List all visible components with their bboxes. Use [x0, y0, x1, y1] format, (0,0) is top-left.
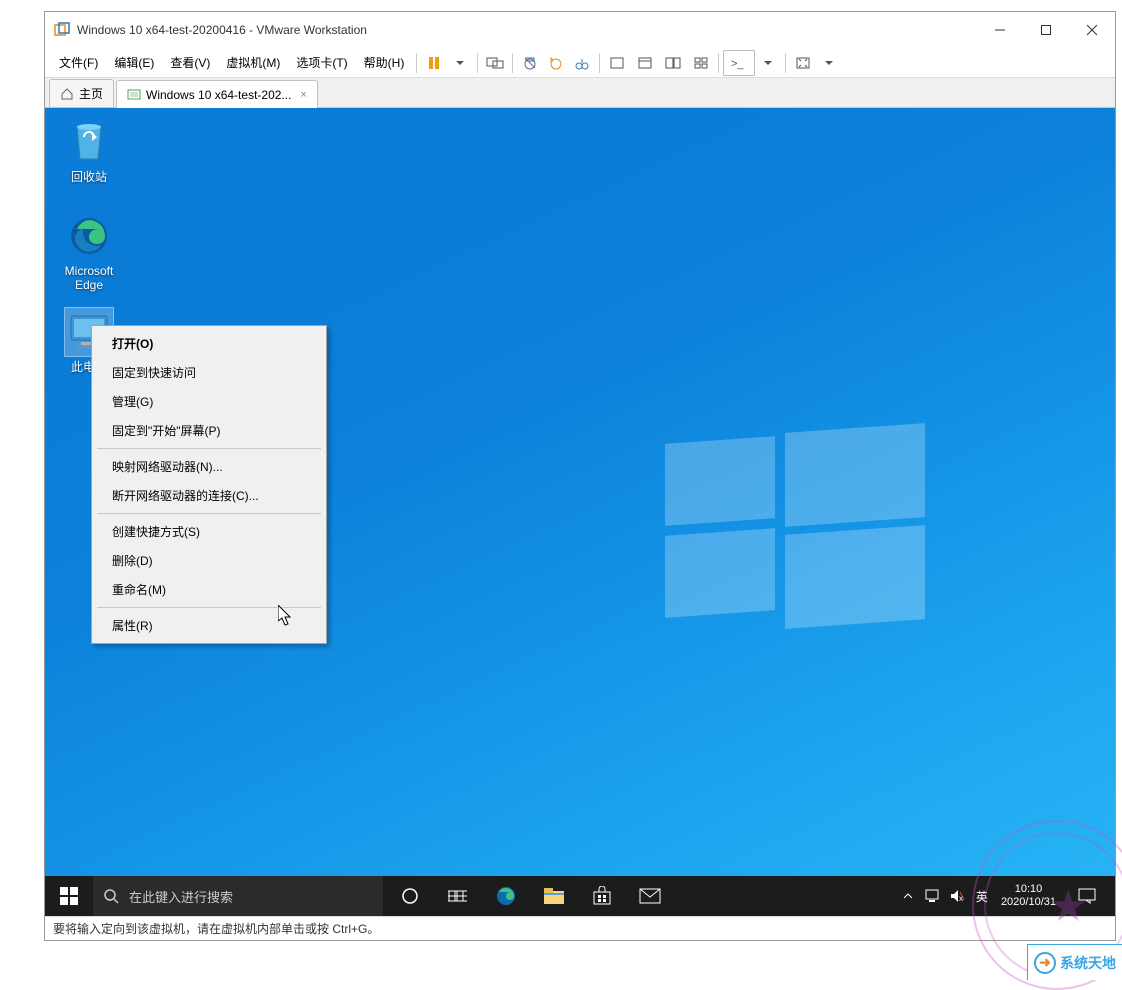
tab-active-vm[interactable]: Windows 10 x64-test-202... ×: [116, 80, 318, 108]
ctx-properties[interactable]: 属性(R): [94, 611, 324, 640]
menu-help[interactable]: 帮助(H): [356, 50, 413, 75]
tab-strip: 主页 Windows 10 x64-test-202... ×: [45, 78, 1115, 108]
menu-edit[interactable]: 编辑(E): [106, 50, 162, 75]
taskbar-search[interactable]: 在此键入进行搜索: [93, 876, 383, 916]
power-dropdown[interactable]: [447, 50, 473, 76]
svg-text:x: x: [959, 894, 963, 903]
edge-icon: [65, 212, 113, 260]
ctx-create-shortcut[interactable]: 创建快捷方式(S): [94, 517, 324, 546]
ctx-manage[interactable]: 管理(G): [94, 387, 324, 416]
console-view-button[interactable]: [660, 50, 686, 76]
tray-chevron-up-icon[interactable]: [897, 876, 919, 916]
search-placeholder: 在此键入进行搜索: [129, 887, 233, 906]
menu-tabs[interactable]: 选项卡(T): [288, 50, 355, 75]
vm-icon: [127, 88, 141, 102]
unity-button[interactable]: [632, 50, 658, 76]
guest-display[interactable]: 回收站 Microsoft Edge 此电脑 打开(O) 固定到快速访问 管理(…: [45, 108, 1115, 916]
brand-icon: ➜: [1034, 952, 1056, 974]
ctx-pin-quick-access[interactable]: 固定到快速访问: [94, 358, 324, 387]
window-title: Windows 10 x64-test-20200416 - VMware Wo…: [77, 23, 977, 37]
home-icon: [60, 87, 74, 101]
ctx-rename[interactable]: 重命名(M): [94, 575, 324, 604]
recycle-bin-icon: [65, 118, 113, 166]
desktop-icon-recycle-bin[interactable]: 回收站: [51, 118, 127, 184]
taskbar-mail[interactable]: [627, 876, 673, 916]
guest-desktop[interactable]: 回收站 Microsoft Edge 此电脑 打开(O) 固定到快速访问 管理(…: [45, 108, 1115, 916]
taskbar-store[interactable]: [579, 876, 625, 916]
menu-vm[interactable]: 虚拟机(M): [218, 50, 288, 75]
view-mode-buttons: [604, 50, 714, 76]
vmware-icon: [53, 21, 71, 39]
statusbar-hint: 要将输入定向到该虚拟机，请在虚拟机内部单击或按 Ctrl+G。: [53, 920, 379, 937]
tab-close-icon[interactable]: ×: [300, 89, 306, 101]
menu-file[interactable]: 文件(F): [51, 50, 106, 75]
free-stretch-dropdown[interactable]: [816, 50, 842, 76]
snapshot-revert-button[interactable]: [543, 50, 569, 76]
stretch-guest-button[interactable]: >_: [723, 50, 755, 76]
desktop-icon-label: Microsoft: [51, 264, 127, 278]
desktop-icon-edge[interactable]: Microsoft Edge: [51, 212, 127, 292]
statusbar: 要将输入定向到该虚拟机，请在虚拟机内部单击或按 Ctrl+G。: [45, 916, 1115, 940]
search-icon: [103, 888, 119, 904]
close-button[interactable]: [1069, 14, 1115, 46]
fullscreen-button[interactable]: [604, 50, 630, 76]
menubar: 文件(F) 编辑(E) 查看(V) 虚拟机(M) 选项卡(T) 帮助(H) >_: [45, 48, 1115, 78]
taskbar-edge[interactable]: [483, 876, 529, 916]
brand-chip: ➜ 系统天地: [1027, 944, 1122, 980]
snapshot-manager-button[interactable]: [569, 50, 595, 76]
start-button[interactable]: [45, 876, 93, 916]
tray-network-icon[interactable]: [922, 876, 944, 916]
snapshot-take-button[interactable]: [517, 50, 543, 76]
windows-logo: [665, 428, 925, 628]
send-ctrl-alt-del-button[interactable]: [482, 50, 508, 76]
maximize-button[interactable]: [1023, 14, 1069, 46]
window-controls: [977, 14, 1115, 46]
ctx-pin-start[interactable]: 固定到"开始"屏幕(P): [94, 416, 324, 445]
ctx-disconnect-network-drive[interactable]: 断开网络驱动器的连接(C)...: [94, 481, 324, 510]
thumbnail-view-button[interactable]: [688, 50, 714, 76]
stretch-dropdown[interactable]: [755, 50, 781, 76]
ctx-map-network-drive[interactable]: 映射网络驱动器(N)...: [94, 452, 324, 481]
brand-label: 系统天地: [1060, 953, 1116, 973]
tab-home[interactable]: 主页: [49, 79, 114, 107]
ctx-open[interactable]: 打开(O): [94, 329, 324, 358]
watermark-star-icon: ★: [1049, 881, 1088, 932]
taskbar-file-explorer[interactable]: [531, 876, 577, 916]
vmware-window: Windows 10 x64-test-20200416 - VMware Wo…: [44, 11, 1116, 941]
desktop-icon-label: Edge: [51, 278, 127, 292]
desktop-icon-label: 回收站: [51, 170, 127, 184]
tray-volume-icon[interactable]: x: [947, 876, 969, 916]
minimize-button[interactable]: [977, 14, 1023, 46]
context-menu: 打开(O) 固定到快速访问 管理(G) 固定到"开始"屏幕(P) 映射网络驱动器…: [91, 325, 327, 644]
tab-home-label: 主页: [79, 85, 103, 102]
svg-text:>_: >_: [731, 58, 744, 70]
taskbar-task-view[interactable]: [435, 876, 481, 916]
taskbar: 在此键入进行搜索 x 英 10:10 20: [45, 876, 1115, 916]
menu-view[interactable]: 查看(V): [162, 50, 218, 75]
titlebar: Windows 10 x64-test-20200416 - VMware Wo…: [45, 12, 1115, 48]
taskbar-cortana[interactable]: [387, 876, 433, 916]
pause-button[interactable]: [421, 50, 447, 76]
ctx-delete[interactable]: 删除(D): [94, 546, 324, 575]
free-stretch-button[interactable]: [790, 50, 816, 76]
tab-active-label: Windows 10 x64-test-202...: [146, 88, 291, 102]
